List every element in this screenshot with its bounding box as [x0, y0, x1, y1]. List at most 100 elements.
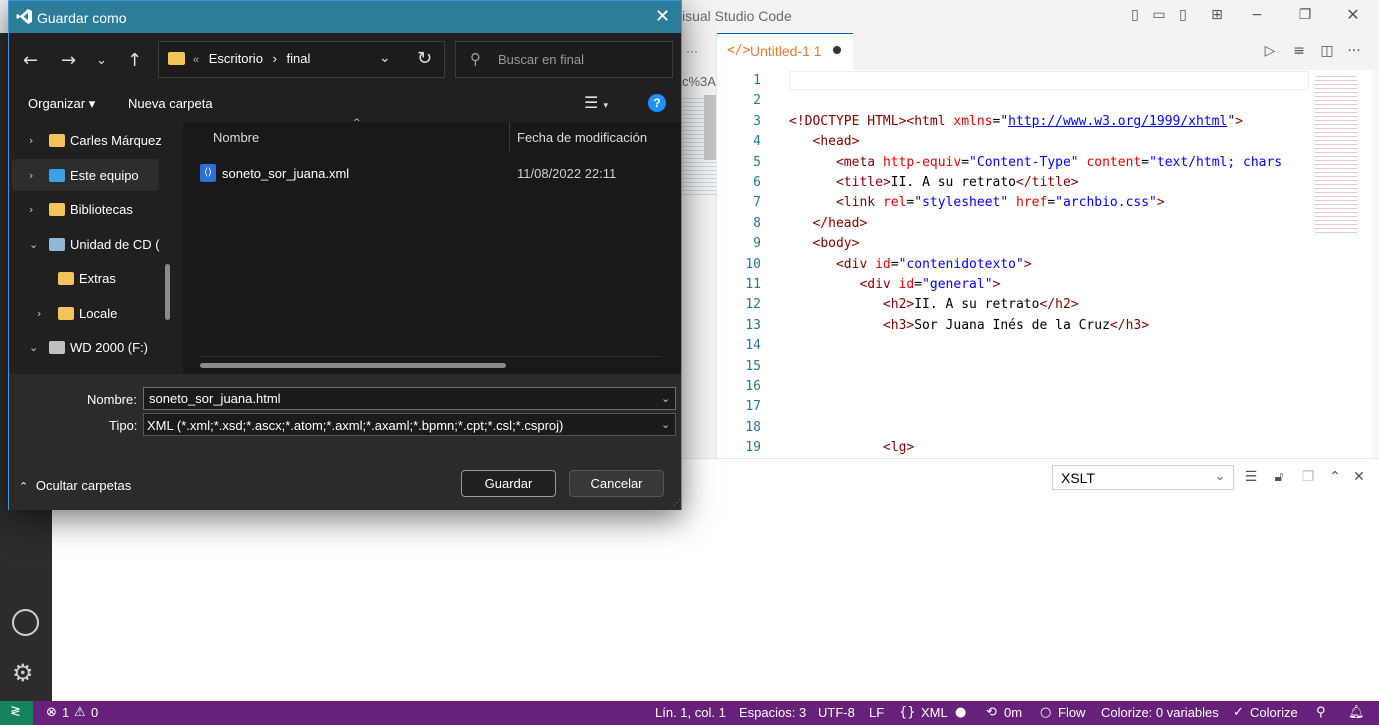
nav-item[interactable]: ⌄ WD 2000 (F:) [9, 332, 159, 364]
forward-arrow-icon[interactable]: → [61, 50, 76, 71]
clear-output-icon[interactable]: ☰ [1243, 469, 1259, 485]
nav-expand-chevron-icon[interactable]: › [37, 307, 41, 320]
restore-icon[interactable]: ❐ [1297, 7, 1313, 23]
warning-count[interactable]: 0 [91, 705, 98, 720]
nav-item[interactable]: › Locale [9, 298, 159, 330]
nav-expand-chevron-icon[interactable]: ⌄ [29, 341, 38, 354]
timer-status[interactable]: 0m [1004, 705, 1022, 720]
editor-more-icon[interactable]: ··· [1346, 43, 1362, 59]
window-close-icon[interactable]: ✕ [1345, 7, 1361, 23]
run-icon[interactable]: ▷ [1262, 43, 1278, 59]
recent-locations-chevron-icon[interactable]: ⌄ [96, 53, 107, 68]
unsaved-dot-icon[interactable] [833, 46, 841, 54]
settings-gear-icon[interactable]: ⚙ [12, 659, 34, 687]
address-bar[interactable]: « Escritorio › final ⌄ ↻ [158, 41, 445, 78]
breadcrumb-overflow[interactable]: « [193, 54, 199, 66]
nav-expand-chevron-icon[interactable]: › [29, 203, 33, 216]
output-channel-select[interactable]: XSLT ⌄ [1052, 465, 1234, 490]
new-folder-button[interactable]: Nueva carpeta [128, 96, 213, 111]
run-xslt-icon[interactable]: ≡ [1291, 43, 1307, 59]
feedback-icon[interactable]: ● [955, 705, 966, 720]
nav-item[interactable]: Extras [9, 263, 159, 295]
close-panel-icon[interactable]: ✕ [1351, 469, 1367, 485]
toggle-primary-sidebar-icon[interactable]: ▯ [1127, 7, 1143, 23]
search-box[interactable]: ⚲ [455, 41, 673, 78]
filetype-dropdown-chevron-icon[interactable]: ⌄ [661, 418, 670, 431]
save-button[interactable]: Guardar [461, 470, 556, 497]
code-token: h2 [1055, 297, 1071, 313]
encoding-status[interactable]: UTF-8 [818, 705, 855, 720]
code-token: </ [1109, 317, 1126, 333]
organize-menu-button[interactable]: Organizar ▾ [28, 96, 95, 112]
remote-indicator[interactable]: ≷ [0, 701, 33, 725]
code-token: < [835, 154, 844, 170]
eol-status[interactable]: LF [869, 705, 884, 720]
customize-layout-icon[interactable]: ⊞ [1209, 7, 1225, 23]
accounts-status-icon[interactable]: ⚲ [1316, 705, 1326, 720]
code-token: h2 [890, 297, 907, 313]
filename-input[interactable] [143, 387, 676, 410]
nav-expand-chevron-icon[interactable]: › [29, 169, 33, 182]
help-icon[interactable]: ? [648, 94, 666, 112]
sidebar-scrollbar[interactable] [704, 95, 716, 160]
code-token: head [828, 215, 860, 231]
nav-item[interactable]: › Bibliotecas [9, 194, 159, 226]
search-input[interactable] [498, 52, 658, 67]
code-area[interactable]: <!DOCTYPE HTML><html xmlns="http://www.w… [789, 70, 1309, 458]
column-header-name[interactable]: Nombre [213, 130, 259, 145]
column-separator[interactable] [509, 122, 510, 152]
minimap[interactable] [1312, 70, 1372, 458]
nav-item[interactable]: ⌄ Unidad de CD ( [9, 229, 160, 261]
toggle-secondary-sidebar-icon[interactable]: ▯ [1175, 7, 1191, 23]
code-token: DOCTYPE HTML [804, 113, 899, 129]
code-token: title [1031, 175, 1071, 190]
code-token: html [914, 113, 954, 129]
horizontal-scrollbar[interactable] [200, 363, 506, 368]
colorize-status[interactable]: Colorize [1250, 705, 1298, 720]
nav-item[interactable]: › Carles Márquez [9, 125, 162, 157]
chevron-up-icon: ⌃ [19, 480, 29, 493]
more-actions-icon[interactable]: ··· [686, 44, 698, 58]
cursor-position[interactable]: Lín. 1, col. 1 [655, 705, 726, 720]
drive-icon [49, 341, 65, 354]
split-editor-icon[interactable]: ◫ [1319, 43, 1335, 59]
colorize-variables-status[interactable]: Colorize: 0 variables [1101, 705, 1219, 720]
code-token: > [1141, 317, 1150, 333]
filetype-select[interactable]: XML (*.xml;*.xsd;*.ascx;*.atom;*.axml;*.… [143, 413, 676, 436]
back-arrow-icon[interactable]: ← [23, 50, 38, 71]
editor-scrollbar[interactable] [1372, 70, 1379, 458]
flow-status[interactable]: Flow [1058, 705, 1085, 720]
line-number-gutter: 1 2 3 4 5 6 7 8 9 10 11 12 13 14 15 16 17 18 19 [717, 70, 761, 458]
filename-dropdown-chevron-icon[interactable]: ⌄ [661, 392, 670, 405]
error-count[interactable]: 1 [62, 705, 69, 720]
dialog-close-icon[interactable]: ✕ [655, 6, 670, 27]
breadcrumb-escritorio[interactable]: Escritorio [209, 51, 263, 66]
address-dropdown-chevron-icon[interactable]: ⌄ [379, 50, 391, 66]
breadcrumb-final[interactable]: final [287, 51, 311, 66]
indentation-status[interactable]: Espacios: 3 [739, 705, 806, 720]
file-row[interactable]: ⟨⟩ soneto_sor_juana.xml 11/08/2022 22:11 [195, 159, 665, 189]
nav-expand-chevron-icon[interactable]: ⌄ [29, 238, 38, 251]
xml-file-icon: </> [727, 43, 751, 58]
toggle-panel-icon[interactable]: ▭ [1151, 7, 1167, 23]
up-arrow-icon[interactable]: ↑ [127, 50, 142, 71]
refresh-icon[interactable]: ↻ [417, 48, 432, 69]
minimize-icon[interactable]: − [1249, 7, 1265, 23]
cancel-button[interactable]: Cancelar [569, 470, 664, 497]
lock-scroll-icon[interactable]: 🔓︎ [1271, 469, 1287, 485]
code-token: < [835, 256, 844, 272]
language-mode[interactable]: XML [921, 705, 948, 720]
code-token: II. A su retrato [914, 297, 1040, 313]
view-options-icon[interactable]: ☰ ▾ [584, 93, 608, 112]
maximize-panel-icon[interactable]: ⌃ [1327, 469, 1343, 485]
navigation-pane-scrollbar[interactable] [165, 264, 170, 320]
column-header-date[interactable]: Fecha de modificación [517, 130, 647, 145]
nav-expand-chevron-icon[interactable]: › [29, 134, 33, 147]
nav-item[interactable]: › Este equipo [9, 160, 159, 192]
resize-grip-icon[interactable]: ⋰ [673, 498, 681, 507]
open-output-icon[interactable]: ❐ [1300, 469, 1316, 485]
notifications-bell-icon[interactable]: 🔔︎ [1348, 705, 1365, 720]
accounts-icon[interactable] [12, 609, 39, 636]
hide-folders-button[interactable]: ⌃ Ocultar carpetas [19, 478, 131, 493]
